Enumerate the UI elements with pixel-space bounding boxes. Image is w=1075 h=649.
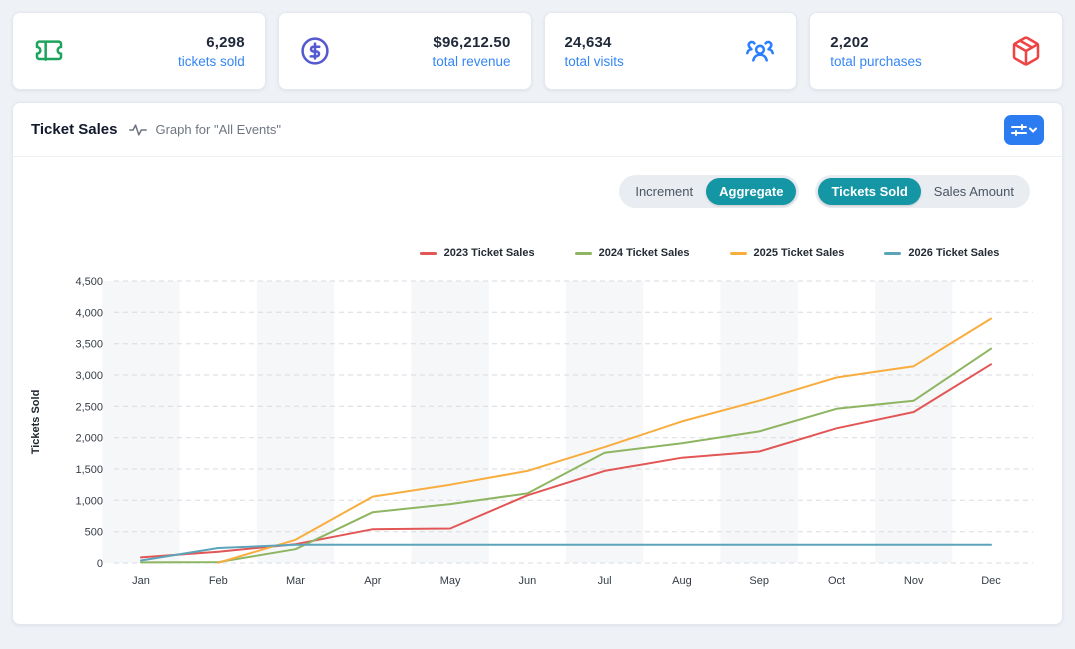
legend-item-2025[interactable]: 2025 Ticket Sales [730,246,845,260]
stat-label: total purchases [830,54,922,69]
legend-label: 2024 Ticket Sales [599,247,690,259]
activity-icon [129,123,147,137]
legend-item-2023[interactable]: 2023 Ticket Sales [420,246,535,260]
svg-text:4,500: 4,500 [75,276,103,288]
dollar-circle-icon [299,35,331,67]
ticket-icon [33,35,65,67]
stat-card-tickets-sold: 6,298 tickets sold [12,12,266,90]
segmented-control-metric: Tickets Sold Sales Amount [815,175,1030,208]
svg-text:Aug: Aug [672,575,692,587]
stat-card-total-purchases: 2,202 total purchases [809,12,1063,90]
chart-legend: 2023 Ticket Sales 2024 Ticket Sales 2025… [185,246,1075,260]
ticket-sales-line-chart: 0 500 1,000 1,500 2,000 2,500 3,000 3,500 4,000 4… [21,268,1061,603]
ticket-sales-panel: Ticket Sales Graph for "All Events" Incr… [12,102,1063,625]
svg-text:1,500: 1,500 [75,464,103,476]
stat-label: tickets sold [178,54,245,69]
svg-text:500: 500 [85,527,103,539]
chart-controls: Increment Aggregate Tickets Sold Sales A… [13,175,1062,208]
svg-text:Jan: Jan [132,575,150,587]
svg-text:1,000: 1,000 [75,495,103,507]
svg-text:2,500: 2,500 [75,401,103,413]
increment-toggle[interactable]: Increment [622,178,706,205]
panel-subtitle: Graph for "All Events" [155,122,281,137]
svg-text:Feb: Feb [209,575,228,587]
stat-value: $96,212.50 [433,34,510,51]
legend-swatch [575,252,592,255]
svg-text:Apr: Apr [364,575,381,587]
legend-swatch [730,252,747,255]
panel-title: Ticket Sales [31,121,117,138]
svg-text:2,000: 2,000 [75,433,103,445]
svg-text:May: May [440,575,461,587]
segmented-control-mode: Increment Aggregate [619,175,799,208]
legend-swatch [420,252,437,255]
sales-amount-toggle[interactable]: Sales Amount [921,178,1027,205]
stat-card-total-revenue: $96,212.50 total revenue [278,12,532,90]
legend-item-2024[interactable]: 2024 Ticket Sales [575,246,690,260]
package-icon [1010,35,1042,67]
filter-button[interactable] [1004,115,1044,145]
stat-value: 2,202 [830,34,869,51]
svg-text:Jul: Jul [598,575,612,587]
stat-label: total revenue [432,54,510,69]
stats-row: 6,298 tickets sold $96,212.50 total reve… [12,12,1063,90]
stat-label: total visits [565,54,624,69]
svg-text:Dec: Dec [981,575,1001,587]
legend-item-2026[interactable]: 2026 Ticket Sales [884,246,999,260]
svg-text:3,500: 3,500 [75,339,103,351]
legend-label: 2026 Ticket Sales [908,247,999,259]
svg-text:Mar: Mar [286,575,305,587]
stat-value: 6,298 [206,34,245,51]
svg-text:Jun: Jun [519,575,537,587]
svg-text:4,000: 4,000 [75,307,103,319]
aggregate-toggle[interactable]: Aggregate [706,178,796,205]
legend-swatch [884,252,901,255]
stat-value: 24,634 [565,34,612,51]
svg-text:Tickets Sold: Tickets Sold [30,390,42,455]
legend-label: 2025 Ticket Sales [754,247,845,259]
svg-text:0: 0 [97,558,103,570]
users-icon [744,35,776,67]
tickets-sold-toggle[interactable]: Tickets Sold [818,178,920,205]
svg-text:3,000: 3,000 [75,370,103,382]
legend-label: 2023 Ticket Sales [444,247,535,259]
stat-card-total-visits: 24,634 total visits [544,12,798,90]
svg-text:Nov: Nov [904,575,924,587]
svg-text:Sep: Sep [749,575,769,587]
svg-text:Oct: Oct [828,575,845,587]
panel-header: Ticket Sales Graph for "All Events" [13,103,1062,157]
